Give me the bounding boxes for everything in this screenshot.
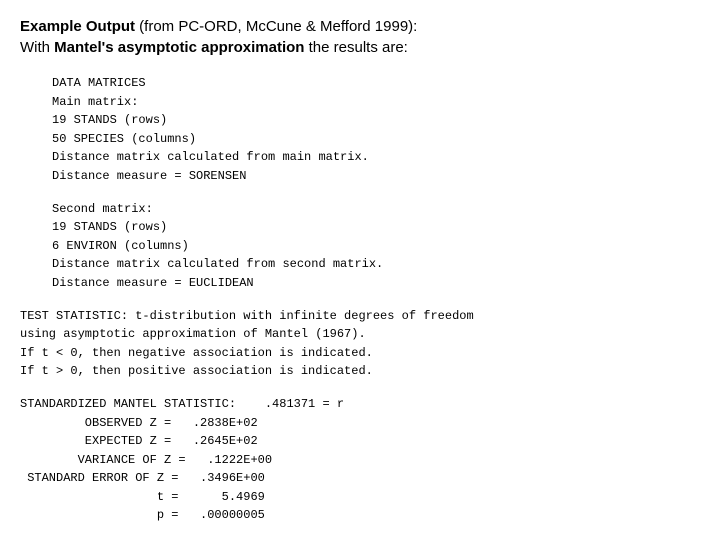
test-stat-line3: If t < 0, then negative association is i… bbox=[20, 344, 700, 363]
mantel-bold: Mantel's asymptotic approximation bbox=[54, 39, 304, 56]
expected-row: EXPECTED Z = .2645E+02 bbox=[20, 432, 700, 451]
std-error-row: STANDARD ERROR OF Z = .3496E+00 bbox=[20, 469, 700, 488]
species-row: 50 SPECIES (columns) bbox=[52, 130, 700, 149]
second-matrix-block: Second matrix: 19 STANDS (rows) 6 ENVIRO… bbox=[20, 200, 700, 293]
header-line-1: Example Output (from PC-ORD, McCune & Me… bbox=[20, 16, 700, 37]
dist-calc-main: Distance matrix calculated from main mat… bbox=[52, 148, 700, 167]
dist-measure-second: Distance measure = EUCLIDEAN bbox=[52, 274, 700, 293]
main-matrix-label: Main matrix: bbox=[52, 93, 700, 112]
data-matrices-section: DATA MATRICES Main matrix: 19 STANDS (ro… bbox=[20, 74, 700, 186]
header-line-2: With Mantel's asymptotic approximation t… bbox=[20, 37, 700, 58]
second-matrix-section: Second matrix: 19 STANDS (rows) 6 ENVIRO… bbox=[20, 200, 700, 293]
p-value-row: p = .00000005 bbox=[20, 506, 700, 525]
test-stat-line1: TEST STATISTIC: t-distribution with infi… bbox=[20, 307, 700, 326]
second-matrix-label: Second matrix: bbox=[52, 200, 700, 219]
standardized-section: STANDARDIZED MANTEL STATISTIC: .481371 =… bbox=[20, 395, 700, 525]
example-output-bold: Example Output bbox=[20, 18, 135, 35]
second-environ-row: 6 ENVIRON (columns) bbox=[52, 237, 700, 256]
stands-row: 19 STANDS (rows) bbox=[52, 111, 700, 130]
observed-row: OBSERVED Z = .2838E+02 bbox=[20, 414, 700, 433]
with-prefix: With bbox=[20, 39, 54, 56]
second-stands-row: 19 STANDS (rows) bbox=[52, 218, 700, 237]
header-section: Example Output (from PC-ORD, McCune & Me… bbox=[20, 16, 700, 58]
data-matrices-header: DATA MATRICES bbox=[52, 74, 700, 93]
data-matrices-block: DATA MATRICES Main matrix: 19 STANDS (ro… bbox=[20, 74, 700, 186]
header-line-2-rest: the results are: bbox=[304, 39, 407, 56]
t-value-row: t = 5.4969 bbox=[20, 488, 700, 507]
variance-row: VARIANCE OF Z = .1222E+00 bbox=[20, 451, 700, 470]
dist-calc-second: Distance matrix calculated from second m… bbox=[52, 255, 700, 274]
dist-measure-main: Distance measure = SORENSEN bbox=[52, 167, 700, 186]
test-stat-line4: If t > 0, then positive association is i… bbox=[20, 362, 700, 381]
standardized-header: STANDARDIZED MANTEL STATISTIC: .481371 =… bbox=[20, 395, 700, 414]
test-statistic-section: TEST STATISTIC: t-distribution with infi… bbox=[20, 307, 700, 381]
page-container: Example Output (from PC-ORD, McCune & Me… bbox=[20, 16, 700, 525]
header-line-1-rest: (from PC-ORD, McCune & Mefford 1999): bbox=[135, 18, 417, 35]
test-stat-line2: using asymptotic approximation of Mantel… bbox=[20, 325, 700, 344]
